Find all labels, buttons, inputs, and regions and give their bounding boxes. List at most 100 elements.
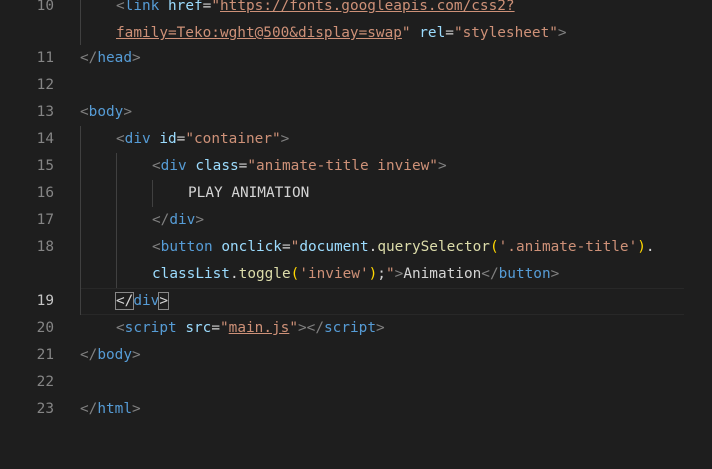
attribute-name: id: [159, 131, 177, 147]
line-number: 18: [36, 239, 54, 255]
tag-bracket: </: [80, 401, 98, 417]
text-content: PLAY ANIMATION: [188, 185, 310, 201]
js-method: toggle: [238, 266, 291, 282]
tag-bracket: </: [80, 347, 98, 363]
js-paren: ): [368, 266, 378, 282]
equals-sign: =: [211, 320, 220, 336]
attribute-name: src: [185, 320, 212, 336]
attribute-value: "container": [185, 131, 281, 147]
indent-guide: [116, 153, 117, 288]
tag-name: script: [124, 320, 177, 336]
tag-bracket: >: [131, 401, 141, 417]
url-link[interactable]: family=Teko:wght@500&display=swap: [116, 25, 402, 41]
line-number: 20: [36, 320, 54, 336]
quote: ": [385, 266, 395, 282]
tag-bracket: <: [152, 239, 161, 255]
tag-name: div: [133, 293, 160, 309]
code-editor[interactable]: 10 11 12 13 14 15 16 17 18 19 20 21 22 2…: [0, 0, 712, 469]
code-line-21[interactable]: </body>: [80, 342, 141, 369]
tag-name: head: [97, 50, 132, 66]
line-number: 21: [36, 347, 54, 363]
equals-sign: =: [281, 239, 291, 255]
line-number: 23: [36, 401, 54, 417]
line-number: 14: [36, 131, 54, 147]
quote: ": [401, 25, 411, 41]
tag-name: button: [160, 239, 213, 255]
code-line-23[interactable]: </html>: [80, 396, 141, 423]
attribute-name: rel: [419, 25, 446, 41]
tag-bracket: <: [152, 158, 161, 174]
tag-name: script: [324, 320, 376, 336]
indent-guide: [80, 126, 81, 315]
code-line-20[interactable]: <script src="main.js"></script>: [116, 315, 385, 342]
code-line-13[interactable]: <body>: [80, 99, 132, 126]
js-string: 'inview': [299, 266, 369, 282]
js-paren: ): [637, 239, 646, 255]
code-line-19[interactable]: </div>: [114, 288, 169, 315]
tag-bracket: >: [557, 25, 567, 41]
attribute-name: class: [195, 158, 239, 174]
tag-bracket: </: [481, 266, 499, 282]
tag-name: div: [169, 212, 196, 228]
tag-bracket: >: [195, 212, 204, 228]
js-semicolon: ;: [377, 266, 386, 282]
tag-name: body: [97, 347, 132, 363]
tag-bracket: >: [123, 104, 132, 120]
code-line-14[interactable]: <div id="container">: [116, 126, 289, 153]
tag-bracket: </: [80, 50, 98, 66]
tag-bracket: >: [131, 347, 141, 363]
code-line-18-wrapped[interactable]: classList.toggle('inview');">Animation</…: [152, 261, 559, 288]
js-method: querySelector: [377, 239, 490, 255]
indent-guide: [80, 0, 81, 45]
line-number: 13: [36, 104, 54, 120]
line-number: 16: [36, 185, 54, 201]
line-number: 11: [36, 50, 54, 66]
js-dot: .: [645, 239, 655, 255]
tag-bracket: </: [152, 212, 170, 228]
attribute-name: href: [168, 0, 203, 14]
attribute-value: "stylesheet": [453, 25, 558, 41]
js-string: '.animate-title': [498, 239, 638, 255]
tag-name: body: [88, 104, 124, 120]
indent-guide: [152, 180, 153, 207]
matched-bracket: </: [114, 292, 135, 310]
code-line-17[interactable]: </div>: [152, 207, 204, 234]
line-number: 15: [36, 158, 54, 174]
matched-bracket: >: [158, 292, 169, 310]
tag-name: button: [498, 266, 551, 282]
line-number: 10: [36, 0, 54, 14]
tag-bracket: >: [550, 266, 560, 282]
js-paren: (: [489, 239, 499, 255]
tag-bracket: <: [116, 0, 125, 14]
js-dot: .: [229, 266, 239, 282]
js-property: classList: [152, 266, 230, 282]
current-line-highlight: [80, 288, 684, 315]
tag-name: html: [97, 401, 132, 417]
tag-bracket: </: [306, 320, 324, 336]
tag-bracket: <: [80, 104, 89, 120]
line-number: 17: [36, 212, 54, 228]
text-content: Animation: [403, 266, 482, 282]
tag-bracket: >: [394, 266, 404, 282]
tag-bracket: <: [116, 131, 125, 147]
code-line-10-wrapped[interactable]: family=Teko:wght@500&display=swap" rel="…: [116, 20, 567, 47]
quote: ": [289, 320, 298, 336]
line-number: 12: [36, 77, 54, 93]
js-dot: .: [368, 239, 378, 255]
tag-bracket: >: [131, 50, 141, 66]
code-line-10[interactable]: <link href="https://fonts.googleapis.com…: [116, 0, 515, 20]
line-number-active: 19: [36, 293, 54, 309]
js-paren: (: [290, 266, 300, 282]
tag-name: div: [160, 158, 187, 174]
tag-bracket: >: [280, 131, 290, 147]
code-line-15[interactable]: <div class="animate-title inview">: [152, 153, 447, 180]
quote: ": [211, 0, 220, 14]
script-src-link[interactable]: main.js: [229, 320, 290, 336]
code-line-11[interactable]: </head>: [80, 45, 141, 72]
url-link[interactable]: https://fonts.googleapis.com/css2?: [220, 0, 515, 14]
tag-name: div: [124, 131, 151, 147]
code-line-18[interactable]: <button onclick="document.querySelector(…: [152, 234, 655, 261]
attribute-name: onclick: [221, 239, 282, 255]
code-line-16[interactable]: PLAY ANIMATION: [188, 180, 309, 207]
line-number: [0, 20, 54, 47]
